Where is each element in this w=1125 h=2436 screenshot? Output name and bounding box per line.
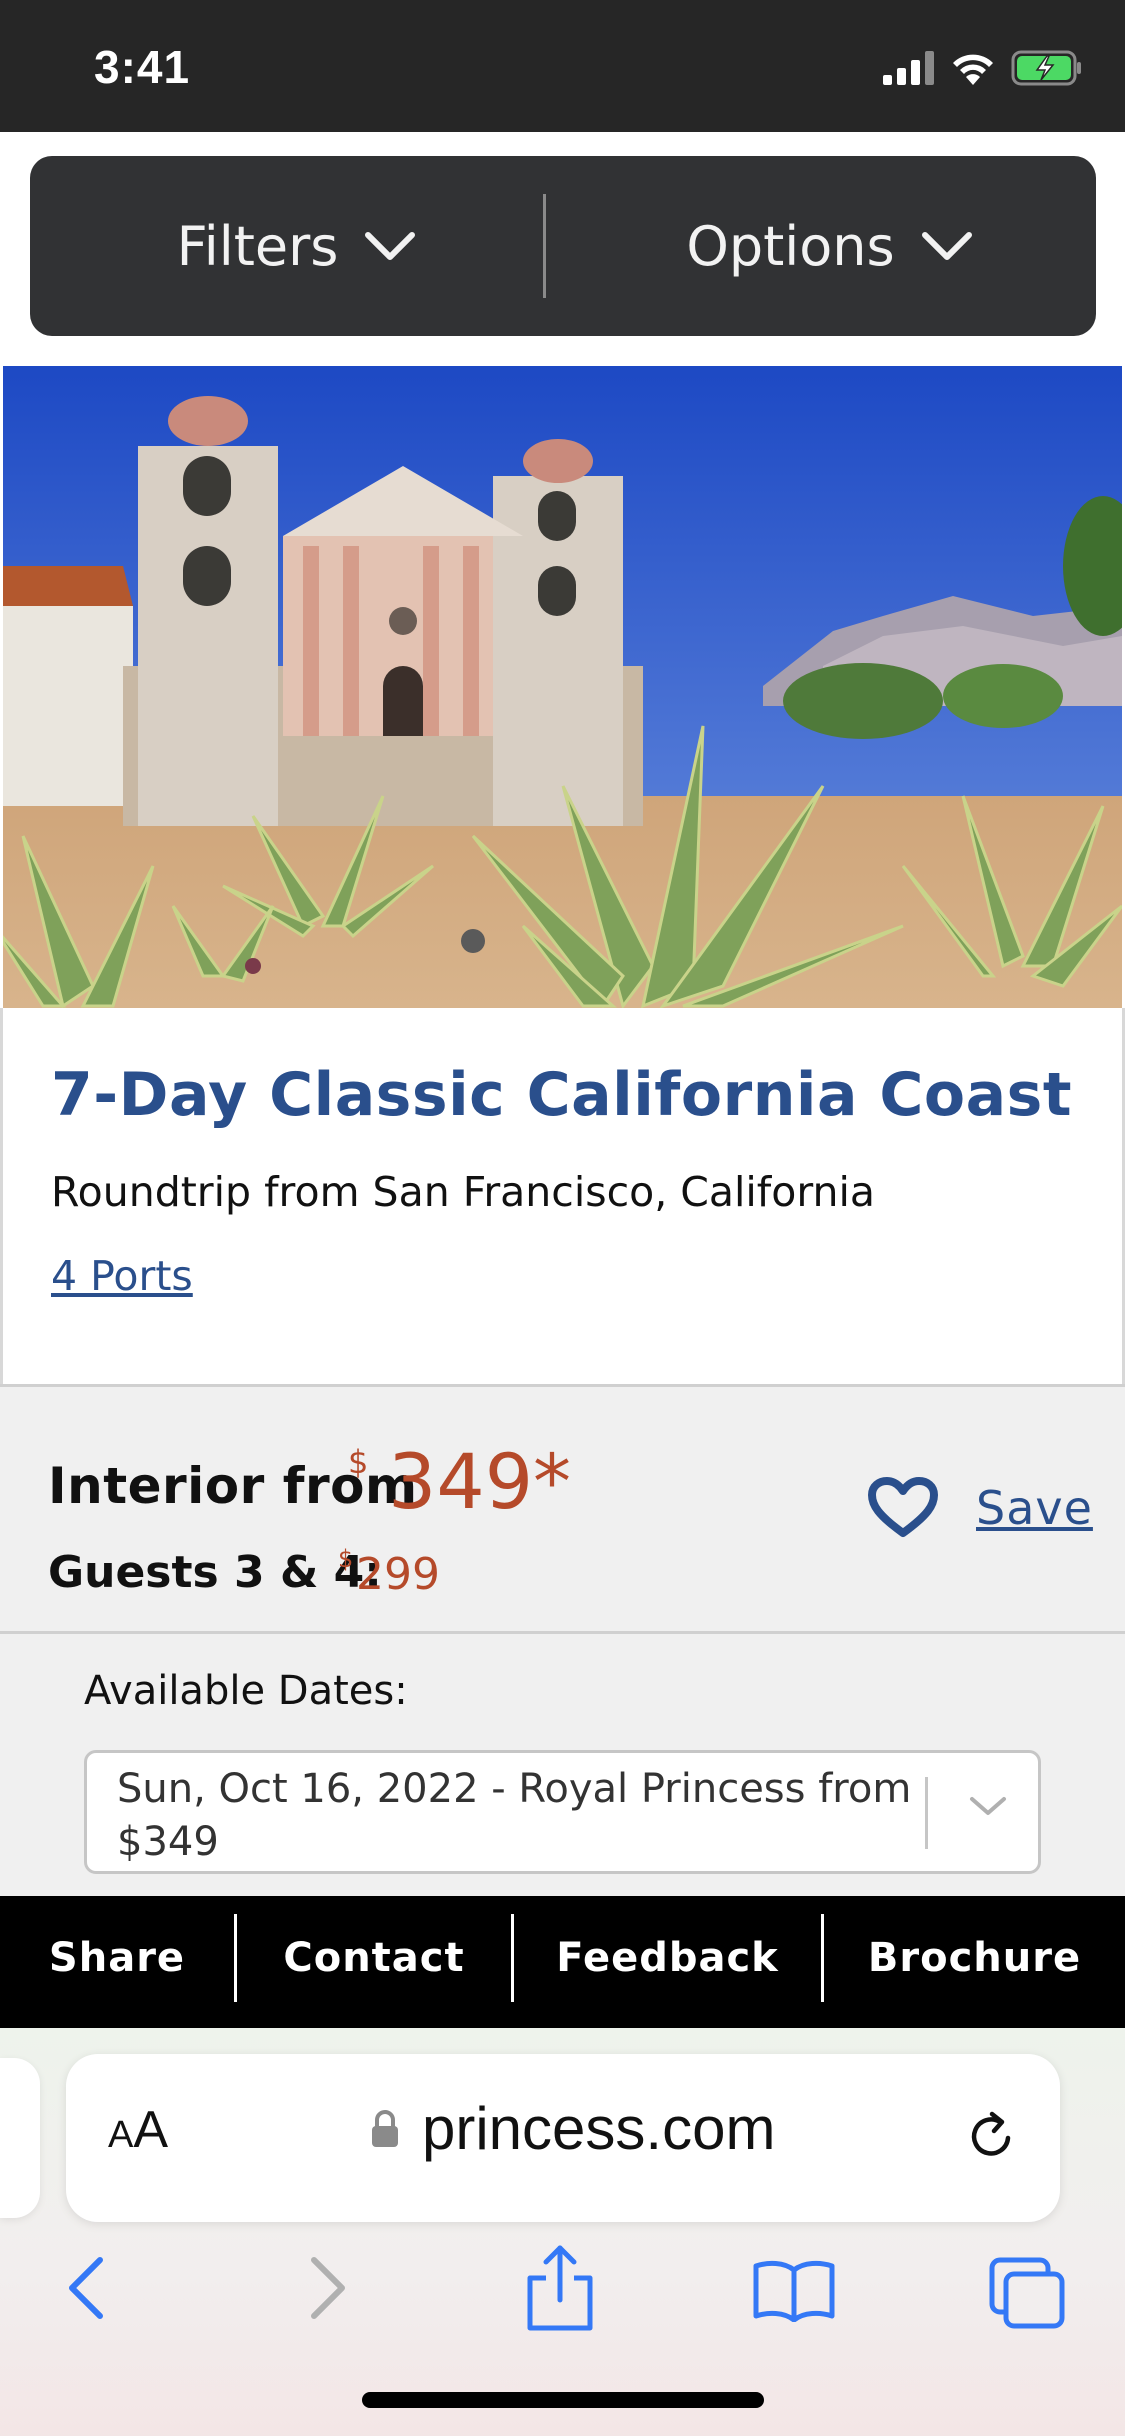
guests-currency: $ xyxy=(338,1545,354,1573)
browser-chrome: AA princess.com xyxy=(0,2028,1125,2436)
previous-tab-preview[interactable] xyxy=(0,2058,40,2218)
url-display[interactable]: princess.com xyxy=(370,2094,775,2163)
cruise-subtitle: Roundtrip from San Francisco, California xyxy=(51,1168,875,1216)
save-label: Save xyxy=(976,1481,1093,1535)
select-divider xyxy=(925,1777,928,1849)
contact-button[interactable]: Contact xyxy=(237,1914,514,2002)
forward-icon[interactable] xyxy=(304,2254,352,2322)
address-bar[interactable]: AA princess.com xyxy=(66,2054,1060,2222)
guests-label: Guests 3 & 4: xyxy=(48,1547,382,1598)
guests-amount: 299 xyxy=(356,1549,440,1600)
price-amount: 349* xyxy=(388,1437,572,1526)
cruise-hero-image[interactable] xyxy=(3,366,1122,1008)
filters-label: Filters xyxy=(176,214,339,278)
bookmarks-icon[interactable] xyxy=(752,2258,836,2322)
cruise-title[interactable]: 7-Day Classic California Coast xyxy=(51,1060,1072,1130)
options-label: Options xyxy=(686,214,895,278)
dates-select[interactable]: Sun, Oct 16, 2022 - Royal Princess from … xyxy=(84,1750,1041,1874)
filter-bar: Filters Options xyxy=(30,156,1096,336)
price-currency: $ xyxy=(348,1443,369,1481)
status-time: 3:41 xyxy=(94,41,191,93)
dates-selected-value: Sun, Oct 16, 2022 - Royal Princess from … xyxy=(117,1766,912,1865)
browser-toolbar xyxy=(0,2222,1125,2362)
feedback-button[interactable]: Feedback xyxy=(514,1914,824,2002)
heart-icon xyxy=(868,1477,938,1537)
back-icon[interactable] xyxy=(62,2254,110,2322)
cruise-card: 7-Day Classic California Coast Roundtrip… xyxy=(0,1008,1125,1384)
filter-divider xyxy=(543,194,546,298)
filter-bar-container: Filters Options xyxy=(0,132,1125,366)
signal-icon xyxy=(883,51,934,85)
price-section: Interior from $ 349* Guests 3 & 4: $ 299… xyxy=(0,1384,1125,1634)
status-icons xyxy=(883,46,1083,90)
battery-icon xyxy=(1011,50,1081,86)
wifi-icon xyxy=(953,54,993,85)
ports-link[interactable]: 4 Ports xyxy=(51,1252,193,1300)
share-icon[interactable] xyxy=(524,2242,596,2332)
chevron-down-icon xyxy=(365,232,416,260)
dates-label: Available Dates: xyxy=(84,1668,408,1714)
lock-icon xyxy=(372,2109,398,2147)
chevron-down-icon xyxy=(970,1797,1006,1815)
chevron-down-icon xyxy=(921,232,972,260)
options-button[interactable]: Options xyxy=(563,156,1096,336)
brochure-button[interactable]: Brochure xyxy=(824,1914,1125,2002)
save-button[interactable]: Save xyxy=(868,1477,1093,1539)
url-text: princess.com xyxy=(422,2095,776,2162)
filters-button[interactable]: Filters xyxy=(30,156,563,336)
action-bar: Share Contact Feedback Brochure xyxy=(0,1896,1125,2028)
status-bar: 3:41 xyxy=(0,0,1125,132)
dates-section: Available Dates: Sun, Oct 16, 2022 - Roy… xyxy=(0,1634,1125,1896)
home-indicator xyxy=(362,2392,764,2408)
reload-icon[interactable] xyxy=(964,2108,1020,2164)
share-button[interactable]: Share xyxy=(0,1914,237,2002)
tabs-icon[interactable] xyxy=(988,2256,1068,2332)
reader-options-button[interactable]: AA xyxy=(108,2100,168,2160)
